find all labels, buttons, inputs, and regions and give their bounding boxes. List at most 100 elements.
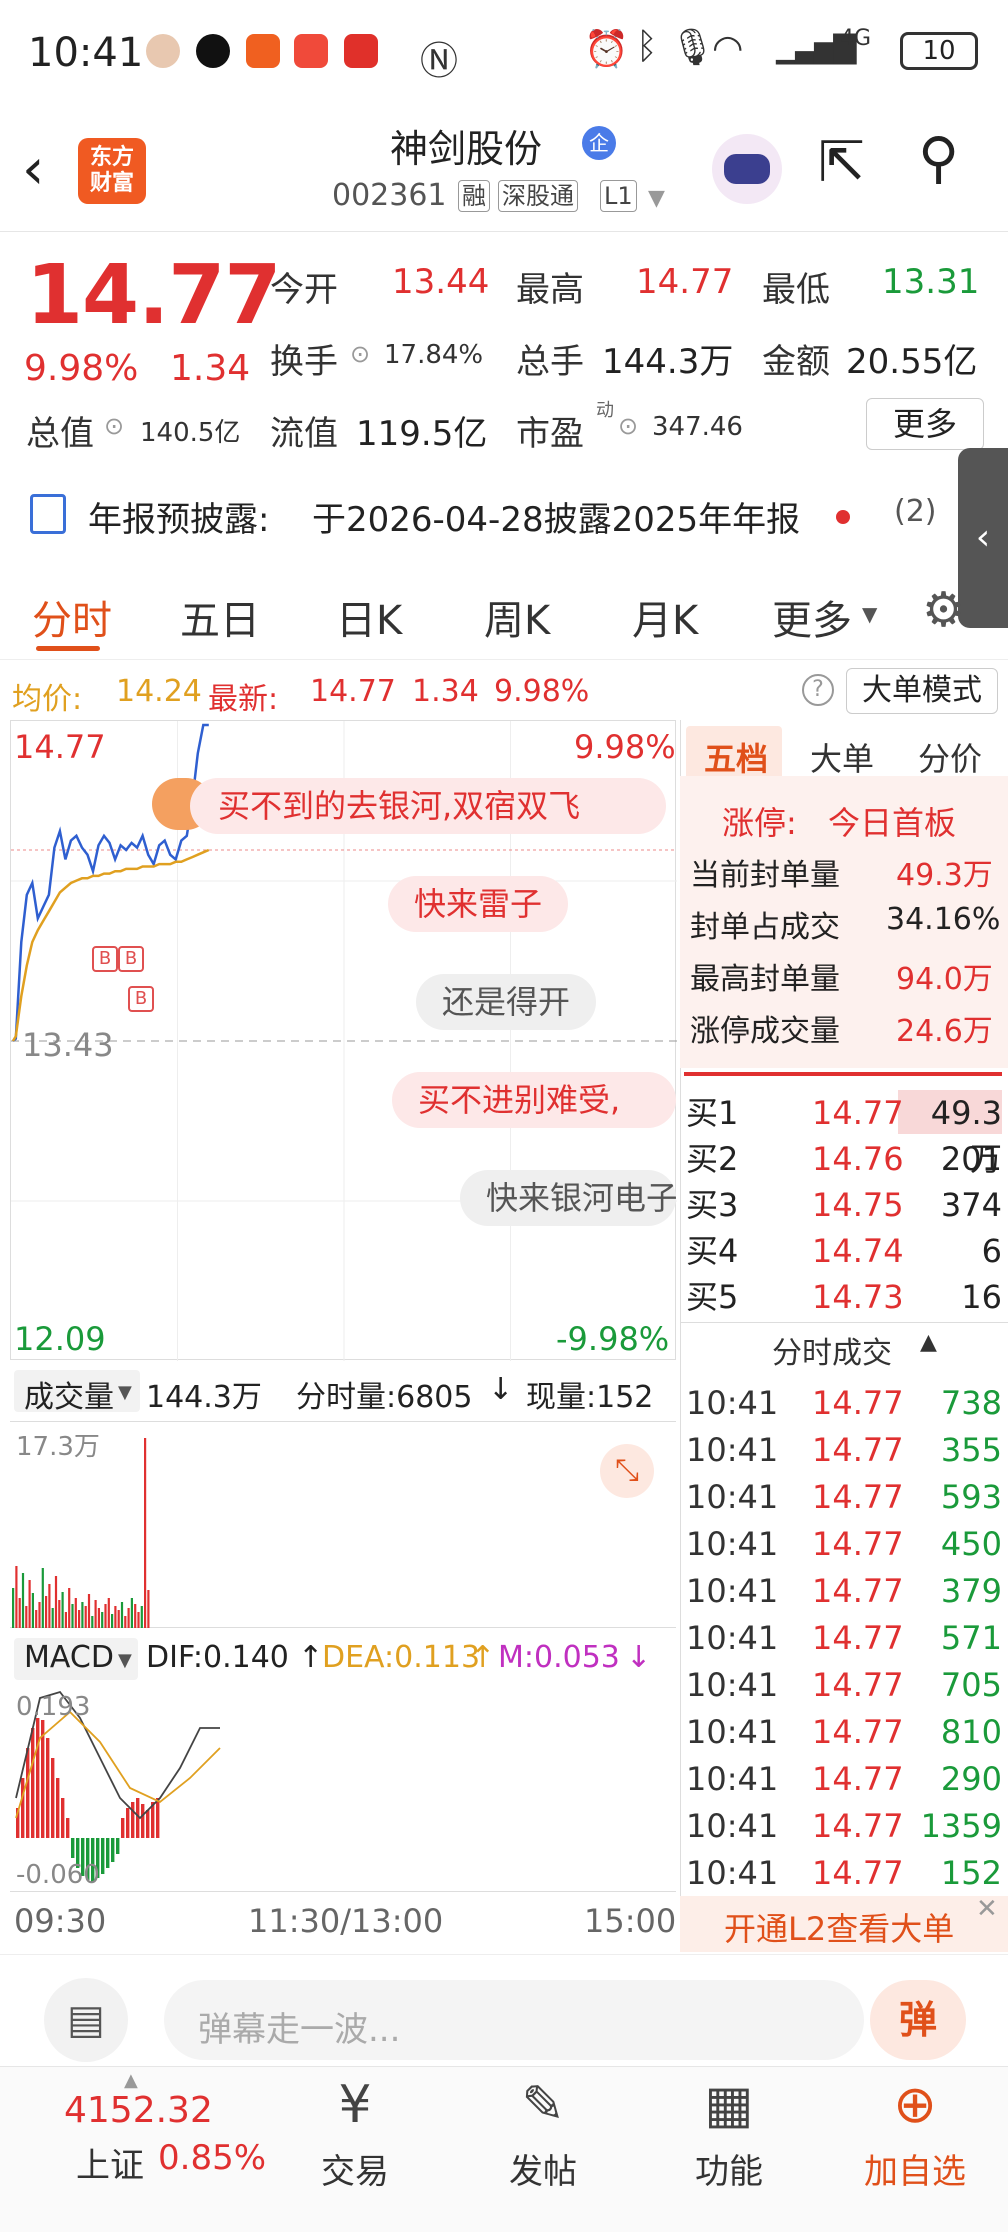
danmaku-message[interactable]: 买不进别难受, (392, 1072, 676, 1128)
pe-superscript: 动 (596, 400, 614, 421)
volume-bar (18, 1598, 21, 1628)
index-value[interactable]: 4152.32 (64, 2090, 213, 2131)
info-dots-icon[interactable]: ⊙ (350, 340, 370, 368)
post-button[interactable]: ✎ 发帖 (478, 2070, 608, 2193)
buy-marker[interactable]: B (118, 946, 144, 972)
grid-icon: ▦ (704, 2075, 754, 2135)
panel-tab-price-dist[interactable]: 分价 (918, 734, 982, 780)
stat-label: 涨停成交量 (690, 1014, 840, 1049)
macd-m: M:0.053 (498, 1640, 620, 1675)
tick-volume: 1359 (920, 1807, 1002, 1845)
search-icon[interactable]: ⚲ (918, 126, 959, 191)
bid-label: 买1 (686, 1094, 739, 1132)
macd-bottom-label: -0.060 (16, 1860, 100, 1890)
post-label: 发帖 (509, 2152, 577, 2192)
chart-bottom-pct: -9.98% (556, 1320, 670, 1358)
info-dots-icon-2[interactable]: ⊙ (104, 412, 124, 440)
volume-bar (144, 1438, 147, 1628)
danmu-settings-icon[interactable]: ▤ (44, 1978, 128, 2062)
app-notify-icon (246, 34, 280, 68)
stat-value: 34.16% (886, 902, 1001, 937)
macd-chart[interactable] (10, 1688, 676, 1892)
tab-five-day[interactable]: 五日 (180, 588, 260, 646)
tick-time: 10:41 (686, 1384, 779, 1422)
tab-monthly-k[interactable]: 月K (632, 588, 698, 646)
volume-bar (104, 1604, 107, 1628)
tick-volume: 738 (940, 1384, 1002, 1422)
app-notify-icon-2 (294, 34, 328, 68)
help-icon[interactable]: ? (802, 674, 834, 706)
caret-up-icon[interactable]: ▲ (920, 1330, 937, 1355)
info-dots-icon-3[interactable]: ⊙ (618, 412, 638, 440)
volume-bar (21, 1573, 25, 1628)
tick-price: 14.77 (812, 1572, 904, 1610)
danmaku-message[interactable]: 快来雷子 (388, 876, 569, 932)
notice-label: 年报预披露: (88, 500, 270, 540)
settings-gear-icon[interactable]: ⚙ (922, 582, 965, 638)
tick-price: 14.77 (812, 1666, 904, 1704)
share-icon[interactable]: ⇱ (818, 130, 865, 195)
add-watchlist-button[interactable]: ⊕ 加自选 (850, 2070, 980, 2193)
pe-value: 347.46 (652, 412, 743, 442)
danmaku-message[interactable]: 快来银河电子 (460, 1170, 676, 1226)
volume-bar (114, 1606, 117, 1628)
macd-bar (121, 1818, 125, 1838)
network-type: 4G (840, 26, 872, 51)
volume-bars (12, 1438, 150, 1628)
tab-daily-k[interactable]: 日K (336, 588, 402, 646)
caret-up-icon[interactable]: ▲ (124, 2070, 138, 2091)
buy-marker[interactable]: B (92, 946, 118, 972)
dropdown-icon[interactable]: ▼ (648, 186, 665, 211)
macd-bar (21, 1778, 25, 1838)
volume-bar (84, 1606, 87, 1628)
volume-chart[interactable] (10, 1422, 676, 1628)
close-icon[interactable]: ✕ (976, 1894, 998, 1924)
danmaku-message[interactable]: 还是得开 (416, 974, 597, 1030)
latest-change: 1.34 (412, 674, 479, 709)
volume-bar (54, 1576, 58, 1628)
bid-label: 买2 (686, 1140, 739, 1178)
macd-top-label: 0.193 (16, 1692, 91, 1722)
big-order-mode-button[interactable]: 大单模式 (846, 668, 998, 714)
tick-volume: 379 (940, 1572, 1002, 1610)
turnover-label: 换手 (270, 342, 338, 382)
volume-bar (87, 1594, 91, 1628)
ticks-title[interactable]: 分时成交 (772, 1328, 892, 1372)
tick-volume: 290 (940, 1760, 1002, 1798)
limit-divider (684, 1072, 1002, 1076)
macd-bar (26, 1748, 30, 1838)
panel-tab-big-order[interactable]: 大单 (810, 734, 874, 780)
trade-button[interactable]: ¥ 交易 (290, 2070, 420, 2193)
bid-volume: 201 (940, 1140, 1002, 1178)
back-arrow-icon[interactable]: ‹ (22, 140, 62, 200)
tick-time: 10:41 (686, 1431, 779, 1469)
volume-bar (120, 1602, 124, 1628)
expand-icon[interactable]: ⤡ (600, 1444, 654, 1498)
macd-bars (15, 1690, 221, 1882)
tab-weekly-k[interactable]: 周K (484, 588, 550, 646)
yen-cycle-icon: ¥ (338, 2075, 372, 2135)
up-arrow-icon: ↑ (470, 1640, 496, 1675)
more-quote-button[interactable]: 更多 (866, 398, 984, 450)
buy-marker[interactable]: B (128, 986, 154, 1012)
bid-price: 14.75 (812, 1186, 904, 1224)
danmu-toggle-button[interactable]: 弹 (870, 1980, 966, 2060)
tab-intraday[interactable]: 分时 (32, 588, 112, 646)
volume-bar (111, 1614, 114, 1628)
time-end: 15:00 (584, 1902, 677, 1940)
bid-label: 买4 (686, 1232, 739, 1270)
tab-more[interactable]: 更多 (772, 588, 852, 646)
macd-bar (141, 1804, 145, 1838)
l2-banner-text[interactable]: 开通L2查看大单 (724, 1904, 954, 1950)
index-name[interactable]: 上证 (76, 2138, 144, 2187)
panel-tab-level5[interactable]: 五档 (704, 734, 768, 780)
bid-label: 买5 (686, 1278, 739, 1316)
stat-value: 94.0万 (896, 962, 993, 997)
danmaku-message[interactable]: 买不到的去银河,双宿双飞 (190, 778, 666, 834)
price-series-line (12, 723, 209, 1042)
index-pct[interactable]: 0.85% (158, 2138, 266, 2178)
tick-time: 10:41 (686, 1807, 779, 1845)
functions-button[interactable]: ▦ 功能 (664, 2070, 794, 2193)
bid-price: 14.77 (812, 1094, 904, 1132)
change-pct: 9.98% (24, 348, 139, 389)
